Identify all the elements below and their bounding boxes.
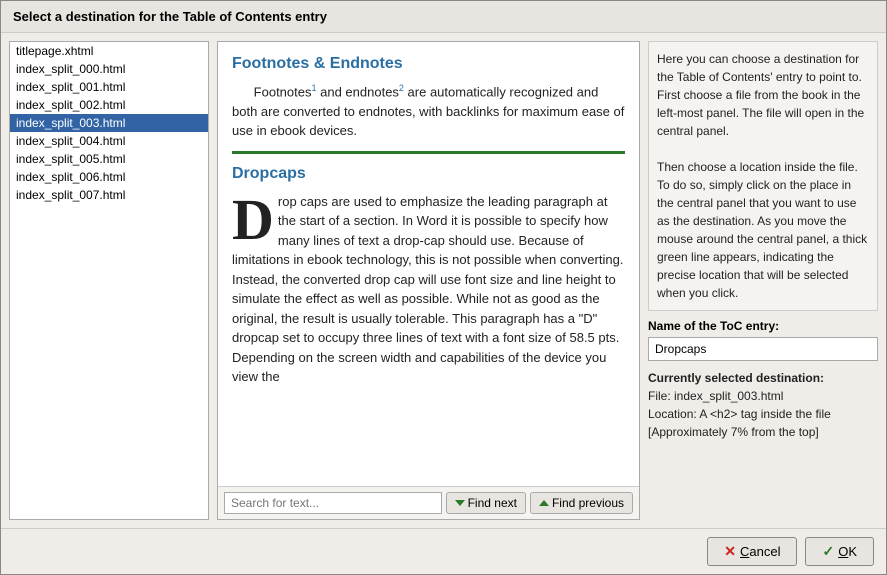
file-list-item[interactable]: index_split_001.html (10, 78, 208, 96)
footnotes-paragraph: Footnotes1 and endnotes2 are automatical… (232, 82, 625, 141)
ok-button[interactable]: ✓ OK (805, 537, 874, 566)
help-text: Here you can choose a destination for th… (648, 41, 878, 311)
cancel-button[interactable]: ✕ Cancel (707, 537, 797, 566)
current-dest-location: Location: A <h2> tag inside the file (648, 405, 878, 423)
file-list-item[interactable]: index_split_004.html (10, 132, 208, 150)
dropcap-paragraph: D rop caps are used to emphasize the lea… (232, 192, 625, 387)
file-list-item[interactable]: index_split_006.html (10, 168, 208, 186)
dialog: Select a destination for the Table of Co… (0, 0, 887, 575)
footnotes-section: Footnotes & Endnotes Footnotes1 and endn… (232, 52, 625, 141)
cancel-x-icon: ✕ (724, 543, 736, 560)
dropcaps-section: Dropcaps D rop caps are used to emphasiz… (232, 151, 625, 387)
find-previous-button[interactable]: Find previous (530, 492, 633, 514)
ok-label: OK (838, 544, 857, 559)
toc-name-input[interactable] (648, 337, 878, 361)
dialog-footer: ✕ Cancel ✓ OK (1, 528, 886, 574)
current-dest-file: File: index_split_003.html (648, 387, 878, 405)
dialog-title: Select a destination for the Table of Co… (1, 1, 886, 33)
dialog-body: titlepage.xhtmlindex_split_000.htmlindex… (1, 33, 886, 528)
file-list-item[interactable]: index_split_007.html (10, 186, 208, 204)
file-list-item[interactable]: index_split_003.html (10, 114, 208, 132)
center-toolbar: Find next Find previous (218, 486, 639, 519)
dropcap-letter: D (232, 195, 274, 244)
current-dest-section: Currently selected destination: File: in… (648, 369, 878, 441)
center-content: Footnotes & Endnotes Footnotes1 and endn… (218, 42, 639, 486)
file-list-item[interactable]: index_split_000.html (10, 60, 208, 78)
find-next-button[interactable]: Find next (446, 492, 526, 514)
dropcap-text: rop caps are used to emphasize the leadi… (232, 194, 623, 385)
arrow-up-icon (539, 500, 549, 506)
file-list-item[interactable]: index_split_005.html (10, 150, 208, 168)
file-list-item[interactable]: titlepage.xhtml (10, 42, 208, 60)
toc-name-label: Name of the ToC entry: (648, 319, 878, 333)
footnotes-heading: Footnotes & Endnotes (232, 52, 625, 76)
search-input[interactable] (224, 492, 442, 514)
find-previous-label: Find previous (552, 496, 624, 510)
right-panel: Here you can choose a destination for th… (648, 41, 878, 520)
current-dest-label: Currently selected destination: (648, 369, 878, 387)
arrow-down-icon (455, 500, 465, 506)
toc-name-section: Name of the ToC entry: (648, 319, 878, 361)
file-list-panel: titlepage.xhtmlindex_split_000.htmlindex… (9, 41, 209, 520)
center-panel: Footnotes & Endnotes Footnotes1 and endn… (217, 41, 640, 520)
file-list-item[interactable]: index_split_002.html (10, 96, 208, 114)
ok-check-icon: ✓ (822, 543, 834, 560)
find-next-label: Find next (468, 496, 517, 510)
cancel-label: Cancel (740, 544, 780, 559)
current-dest-approx: [Approximately 7% from the top] (648, 423, 878, 441)
dropcaps-heading: Dropcaps (232, 162, 625, 186)
